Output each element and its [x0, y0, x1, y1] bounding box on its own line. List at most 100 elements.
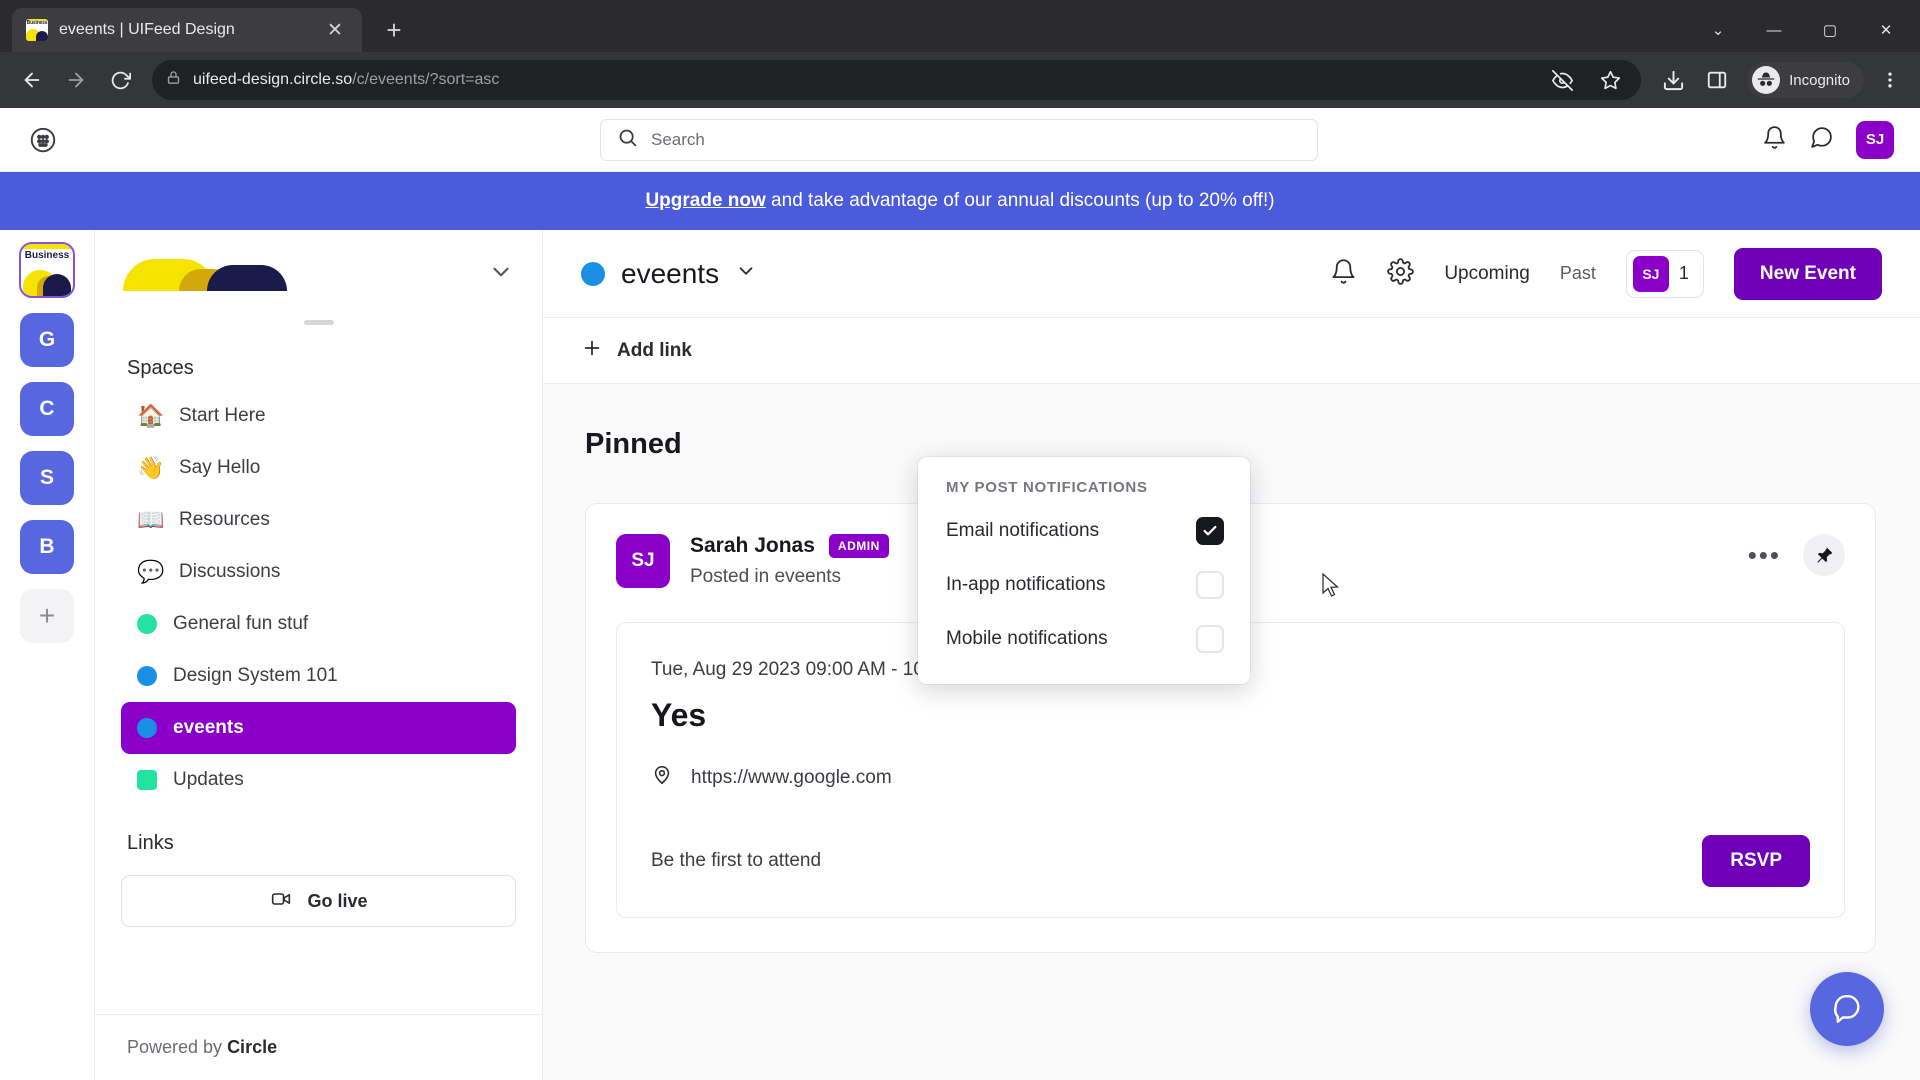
powered-prefix: Powered by — [127, 1037, 228, 1057]
post-actions: ••• — [1748, 534, 1845, 576]
rail-item-s[interactable]: S — [20, 451, 74, 505]
back-arrow-icon[interactable] — [12, 60, 52, 100]
space-color-dot — [137, 666, 157, 686]
minimize-icon[interactable]: — — [1746, 8, 1802, 52]
chat-bubble-icon[interactable] — [1809, 125, 1834, 155]
upgrade-now-link[interactable]: Upgrade now — [645, 190, 765, 211]
window-close-icon[interactable]: ✕ — [1858, 8, 1914, 52]
incognito-icon — [1752, 66, 1781, 94]
powered-brand: Circle — [227, 1037, 278, 1057]
post-notifications-dropdown: MY POST NOTIFICATIONS Email notification… — [918, 457, 1250, 684]
add-link-row[interactable]: Add link — [543, 318, 1920, 384]
sidebar-item-label: Start Here — [179, 405, 266, 426]
mobile-notifications-checkbox[interactable] — [1196, 625, 1224, 653]
new-event-button[interactable]: New Event — [1733, 247, 1882, 300]
rail-community-business[interactable]: Business — [19, 242, 75, 298]
post-author-name[interactable]: Sarah Jonas — [690, 534, 815, 558]
post-subtitle: Posted in eveents — [690, 566, 842, 587]
sidebar-item-general-fun-stuf[interactable]: General fun stuf — [121, 598, 516, 650]
app-grid-icon[interactable] — [26, 123, 60, 157]
members-button[interactable]: SJ 1 — [1625, 249, 1704, 298]
rsvp-button[interactable]: RSVP — [1702, 835, 1810, 887]
member-avatar: SJ — [1632, 255, 1669, 292]
email-notifications-checkbox[interactable] — [1196, 517, 1224, 545]
url-text: uifeed-design.circle.so/c/eveents/?sort=… — [193, 71, 500, 88]
wave-icon: 👋 — [137, 455, 165, 480]
drag-handle[interactable] — [303, 320, 334, 325]
sidebar-item-discussions[interactable]: 💬 Discussions — [121, 546, 516, 598]
sidebar-item-label: Resources — [179, 509, 270, 530]
sidebar-item-resources[interactable]: 📖 Resources — [121, 494, 516, 546]
plus-icon — [581, 337, 603, 364]
profile-incognito-button[interactable]: Incognito — [1747, 62, 1864, 98]
menu-item-email-notifications[interactable]: Email notifications — [918, 504, 1250, 558]
upgrade-banner: Upgrade now and take advantage of our an… — [0, 172, 1920, 230]
sidebar-item-say-hello[interactable]: 👋 Say Hello — [121, 442, 516, 494]
browser-tab[interactable]: Business eveents | UIFeed Design ✕ — [12, 8, 362, 52]
settings-gear-icon[interactable] — [1387, 257, 1415, 290]
sidebar-item-label: Discussions — [179, 561, 281, 582]
browser-toolbar: uifeed-design.circle.so/c/eveents/?sort=… — [0, 52, 1920, 108]
sidebar-item-design-system-101[interactable]: Design System 101 — [121, 650, 516, 702]
house-icon: 🏠 — [137, 403, 165, 428]
chat-fab-button[interactable] — [1810, 972, 1884, 1046]
space-header-actions: Upcoming Past SJ 1 New Event — [1330, 247, 1882, 300]
search-input[interactable]: Search — [600, 118, 1318, 161]
search-container: Search — [600, 118, 1318, 161]
banner-message: and take advantage of our annual discoun… — [765, 190, 1275, 211]
menu-item-in-app-notifications[interactable]: In-app notifications — [918, 558, 1250, 612]
lock-icon — [166, 70, 181, 90]
chevron-down-icon[interactable] — [488, 259, 514, 290]
sidebar-item-start-here[interactable]: 🏠 Start Here — [121, 390, 516, 442]
rail-community-label: Business — [24, 250, 70, 261]
dropdown-heading: MY POST NOTIFICATIONS — [946, 479, 1148, 496]
go-live-button[interactable]: Go live — [121, 875, 516, 927]
tab-past[interactable]: Past — [1560, 263, 1596, 284]
attend-text: Be the first to attend — [651, 850, 822, 871]
maximize-icon[interactable]: ▢ — [1802, 8, 1858, 52]
sidebar-item-label: eveents — [173, 717, 244, 738]
app-topbar: Search SJ — [0, 108, 1920, 172]
bell-icon[interactable] — [1330, 258, 1357, 290]
bell-icon[interactable] — [1762, 125, 1787, 155]
rail-item-b[interactable]: B — [20, 520, 74, 574]
avatar[interactable]: SJ — [1856, 120, 1894, 159]
tab-title: eveents | UIFeed Design — [59, 21, 235, 38]
spaces-heading: Spaces — [127, 357, 194, 379]
tab-upcoming[interactable]: Upcoming — [1444, 263, 1530, 285]
new-tab-button[interactable]: + — [374, 10, 414, 50]
chevron-down-icon[interactable]: ⌄ — [1690, 8, 1746, 52]
sidebar-community-header[interactable] — [95, 230, 542, 318]
eye-slash-icon[interactable] — [1545, 63, 1579, 97]
sidebar-item-eveents[interactable]: eveents — [121, 702, 516, 754]
ellipsis-icon[interactable]: ••• — [1748, 542, 1781, 568]
event-location: https://www.google.com — [651, 764, 1810, 791]
event-location-text[interactable]: https://www.google.com — [691, 767, 892, 789]
reload-icon[interactable] — [100, 60, 140, 100]
tab-favicon: Business — [26, 19, 48, 41]
chevron-down-icon[interactable] — [735, 260, 757, 287]
side-panel-icon[interactable] — [1697, 60, 1737, 100]
pin-icon[interactable] — [1803, 534, 1845, 576]
rail-item-g[interactable]: G — [20, 313, 74, 367]
banner-text: Upgrade now and take advantage of our an… — [645, 190, 1274, 212]
rail-item-c[interactable]: C — [20, 382, 74, 436]
address-bar[interactable]: uifeed-design.circle.so/c/eveents/?sort=… — [152, 60, 1642, 100]
space-color-dot — [137, 614, 157, 634]
star-icon[interactable] — [1593, 63, 1627, 97]
add-community-button[interactable]: + — [20, 589, 74, 643]
download-icon[interactable] — [1653, 60, 1693, 100]
forward-arrow-icon[interactable] — [56, 60, 96, 100]
powered-by: Powered by Circle — [95, 1014, 542, 1080]
sidebar-item-updates[interactable]: Updates — [121, 754, 516, 806]
sidebar-item-label: Updates — [173, 769, 244, 790]
browser-chrome: Business eveents | UIFeed Design ✕ + ⌄ —… — [0, 0, 1920, 108]
in-app-notifications-checkbox[interactable] — [1196, 571, 1224, 599]
community-rail: Business G C S B + — [0, 230, 95, 1080]
member-count: 1 — [1678, 263, 1689, 283]
kebab-menu-icon[interactable] — [1872, 62, 1908, 98]
avatar[interactable]: SJ — [616, 534, 670, 588]
page-title: eveents — [621, 257, 720, 289]
menu-item-mobile-notifications[interactable]: Mobile notifications — [918, 612, 1250, 666]
close-icon[interactable]: ✕ — [322, 17, 348, 43]
